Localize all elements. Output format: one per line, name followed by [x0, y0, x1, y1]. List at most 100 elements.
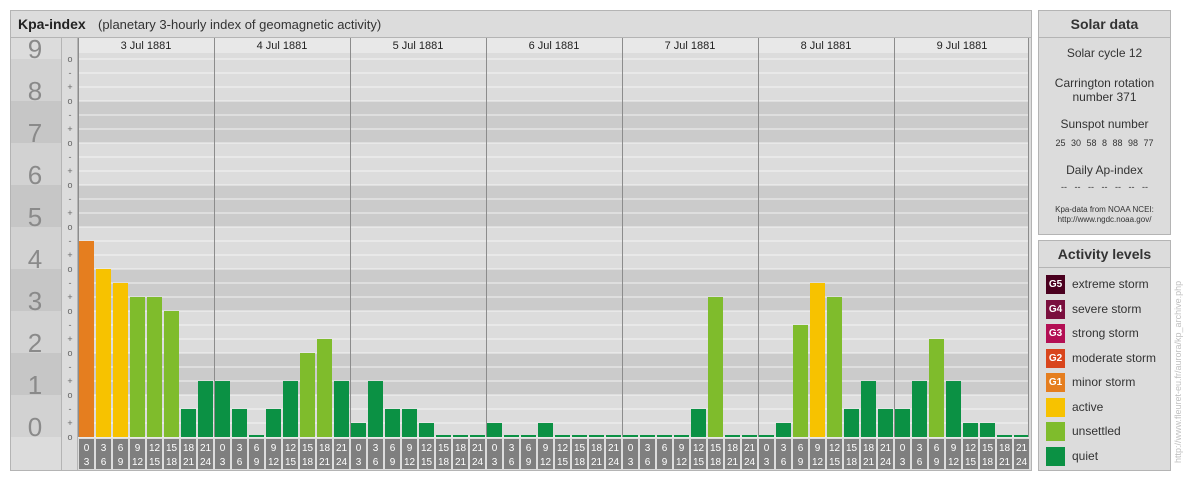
kp-bar: [130, 297, 145, 437]
time-slot-end: 3: [900, 457, 906, 468]
y-tick-label: 5: [28, 202, 42, 232]
kpa-source-link[interactable]: http://www.ngdc.noaa.gov/: [1039, 215, 1170, 225]
time-slot-end: 21: [183, 457, 195, 468]
time-slot-start: 12: [829, 443, 841, 454]
kp-bar: [691, 408, 706, 437]
time-slot-start: 9: [679, 443, 685, 454]
time-slot-start: 6: [798, 443, 804, 454]
y-subtick-marker: -: [69, 110, 72, 120]
kp-bar: [725, 435, 740, 437]
daily-ap-index-label: Daily Ap-index: [1066, 163, 1143, 177]
y-subtick-marker: -: [69, 236, 72, 246]
time-slot-start: 21: [880, 443, 892, 454]
y-subtick-marker: o: [67, 264, 72, 274]
y-subtick-marker: -: [69, 320, 72, 330]
kp-bar: [453, 435, 468, 437]
y-subtick-marker: -: [69, 404, 72, 414]
time-slot-start: 21: [472, 443, 484, 454]
time-slot-end: 6: [781, 457, 787, 468]
y-subtick-marker: o: [67, 432, 72, 442]
time-slot-end: 24: [472, 457, 484, 468]
day-label: 6 Jul 1881: [529, 40, 580, 52]
time-slot-end: 15: [557, 457, 569, 468]
solar-data-panel: Solar data Solar cycle 12 Carrington rot…: [1038, 10, 1171, 235]
day-label: 7 Jul 1881: [665, 40, 716, 52]
y-subtick-marker: +: [67, 376, 72, 386]
kp-bar: [521, 435, 536, 437]
activity-level-swatch: [1046, 446, 1065, 466]
kp-bar: [470, 435, 485, 437]
kp-bar: [215, 381, 230, 437]
y-tick-label: 2: [28, 328, 42, 358]
time-slot-start: 15: [166, 443, 178, 454]
time-slot-end: 18: [982, 457, 994, 468]
y-subtick-marker: -: [69, 152, 72, 162]
time-slot-end: 18: [574, 457, 586, 468]
time-slot-end: 3: [356, 457, 362, 468]
kp-bar: [640, 435, 655, 437]
kp-band: [78, 101, 1029, 143]
time-slot-end: 24: [608, 457, 620, 468]
kp-bar: [538, 423, 553, 437]
time-slot-end: 3: [220, 457, 226, 468]
time-slot-start: 3: [917, 443, 923, 454]
time-slot-end: 21: [455, 457, 467, 468]
kp-bar: [895, 408, 910, 437]
y-subtick-marker: -: [69, 278, 72, 288]
activity-level-label: minor storm: [1072, 375, 1136, 389]
time-slot-end: 24: [200, 457, 212, 468]
y-subtick-marker: +: [67, 292, 72, 302]
y-subtick-marker: o: [67, 222, 72, 232]
time-slot-end: 18: [302, 457, 314, 468]
time-slot-end: 3: [84, 457, 90, 468]
kp-bar: [487, 423, 502, 437]
activity-level-label: moderate storm: [1072, 350, 1157, 365]
activity-level-swatch: G1: [1046, 373, 1065, 392]
time-slot-start: 3: [237, 443, 243, 454]
time-slot-end: 12: [404, 457, 416, 468]
kp-bar: [742, 435, 757, 437]
time-slot-start: 18: [183, 443, 195, 454]
time-slot-end: 18: [438, 457, 450, 468]
time-slot-start: 6: [662, 443, 668, 454]
time-slot-end: 6: [101, 457, 107, 468]
activity-levels-title: Activity levels: [1039, 241, 1170, 268]
daily-ap-index-values: -- -- -- -- -- -- --: [1061, 182, 1148, 192]
time-slot-start: 6: [390, 443, 396, 454]
time-slot-start: 12: [693, 443, 705, 454]
kp-bar: [283, 381, 298, 437]
time-slot-start: 12: [421, 443, 433, 454]
kp-bar: [708, 297, 723, 437]
time-slot-end: 15: [693, 457, 705, 468]
activity-level-swatch: G3: [1046, 324, 1065, 343]
time-slot-start: 12: [965, 443, 977, 454]
time-slot-end: 6: [645, 457, 651, 468]
activity-level-swatch: G2: [1046, 348, 1065, 368]
time-slot-start: 6: [254, 443, 260, 454]
y-tick-label: 0: [28, 412, 42, 442]
time-slot-end: 21: [727, 457, 739, 468]
kp-bar: [300, 353, 315, 437]
time-slot-start: 12: [149, 443, 161, 454]
y-tick-label: 3: [28, 286, 42, 316]
kp-bar: [980, 423, 995, 437]
sunspot-number-values: 25 30 58 8 88 98 77: [1055, 138, 1154, 148]
activity-level-swatch: [1046, 397, 1065, 417]
time-slot-end: 24: [1016, 457, 1028, 468]
kpa-data-source: Kpa-data from NOAA NCEI: http://www.ngdc…: [1039, 205, 1170, 225]
time-slot-start: 15: [574, 443, 586, 454]
kp-band: [78, 59, 1029, 101]
time-slot-start: 21: [336, 443, 348, 454]
kp-bar: [232, 408, 247, 437]
day-label: 9 Jul 1881: [937, 40, 988, 52]
time-slot-end: 24: [336, 457, 348, 468]
kp-bar: [419, 423, 434, 437]
time-slot-end: 6: [509, 457, 515, 468]
day-label: 3 Jul 1881: [121, 40, 172, 52]
time-slot-end: 15: [421, 457, 433, 468]
y-subtick-marker: +: [67, 124, 72, 134]
y-subtick-marker: o: [67, 54, 72, 64]
kp-bar: [674, 435, 689, 437]
kp-bar: [181, 408, 196, 437]
y-tick-label: 4: [28, 244, 42, 274]
